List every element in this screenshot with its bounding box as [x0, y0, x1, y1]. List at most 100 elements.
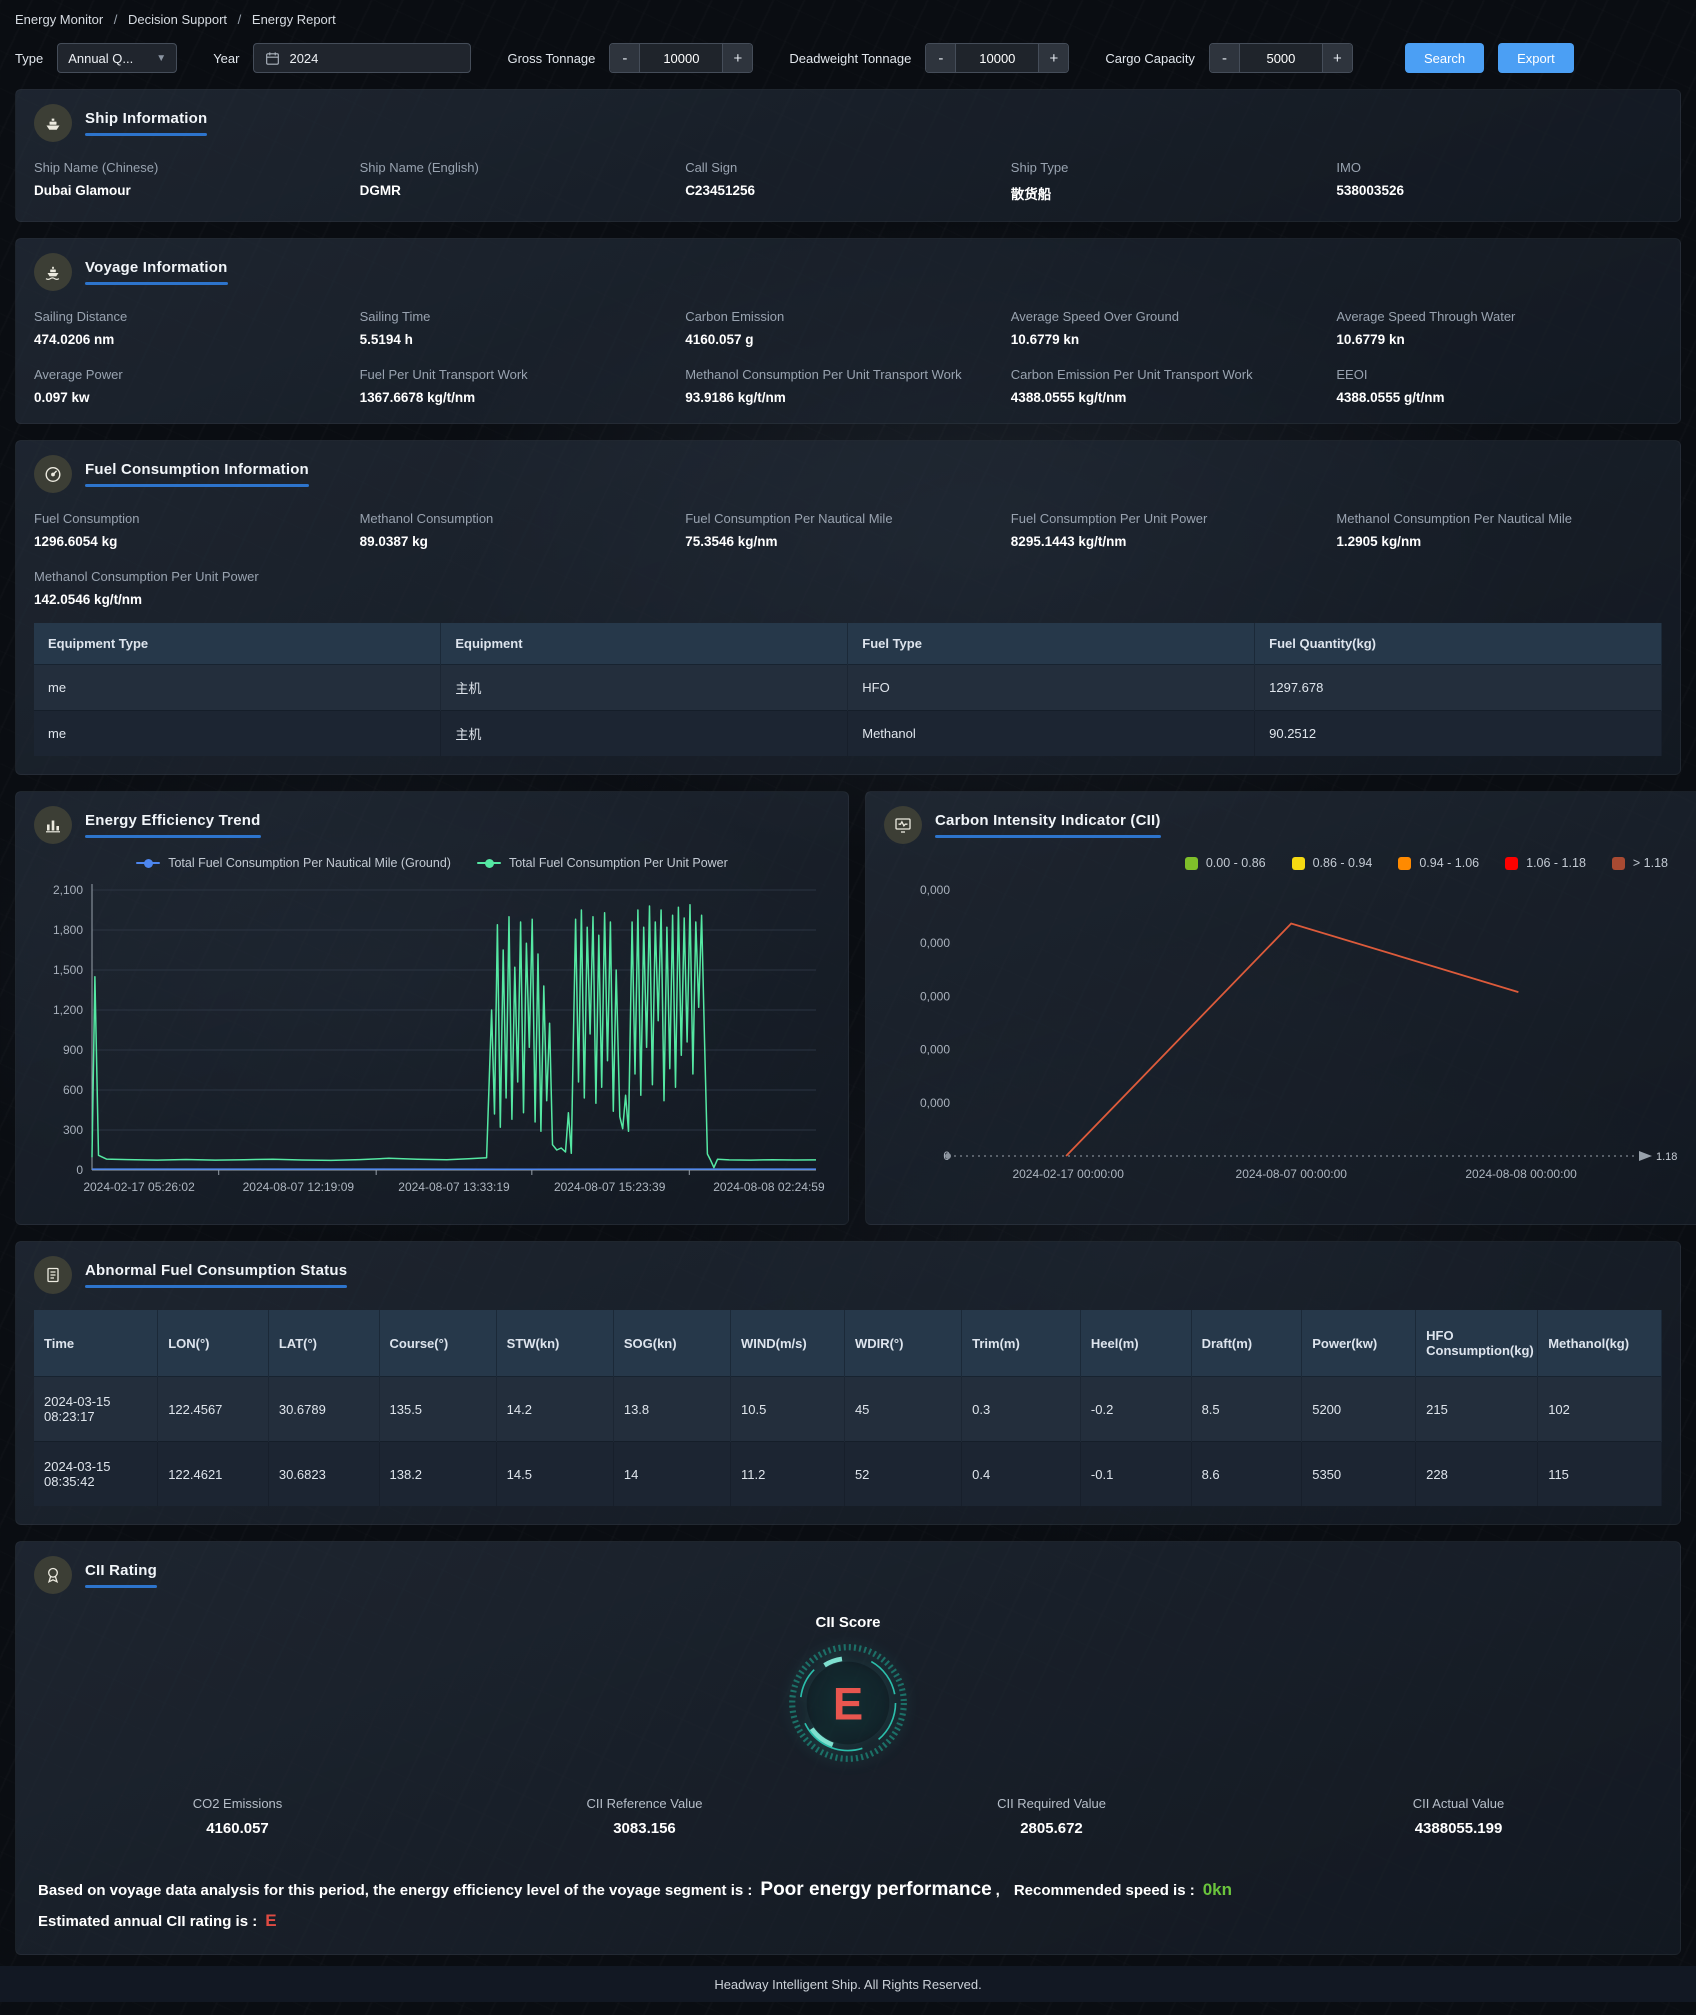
decrement-button[interactable]: - — [926, 44, 956, 72]
table-cell: 215 — [1416, 1377, 1538, 1442]
cii-summary: Based on voyage data analysis for this p… — [34, 1873, 1662, 1936]
panel-title: Carbon Intensity Indicator (CII) — [935, 812, 1161, 829]
title-underline — [935, 835, 1161, 838]
column-header: HFO Consumption(kg) — [1416, 1310, 1538, 1377]
info-field: Methanol Consumption Per Unit Power142.0… — [34, 569, 360, 607]
deadweight-tonnage-value[interactable]: 10000 — [956, 44, 1038, 72]
svg-text:0,000: 0,000 — [920, 936, 950, 950]
decrement-button[interactable]: - — [1210, 44, 1240, 72]
panel-title: Abnormal Fuel Consumption Status — [85, 1262, 347, 1279]
table-cell: 14 — [613, 1442, 730, 1507]
cii-stats-row: CO2 Emissions4160.057CII Reference Value… — [34, 1796, 1662, 1837]
table-row: 2024-03-15 08:23:17122.456730.6789135.51… — [34, 1377, 1662, 1442]
search-button[interactable]: Search — [1405, 43, 1484, 73]
series-line — [1066, 924, 1518, 1157]
table-cell: 52 — [844, 1442, 961, 1507]
field-value: 93.9186 kg/t/nm — [685, 390, 1011, 405]
info-field: Methanol Consumption89.0387 kg — [360, 511, 686, 549]
year-input[interactable]: 2024 — [253, 43, 471, 73]
deadweight-tonnage-stepper: - 10000 + — [925, 43, 1069, 73]
title-underline — [85, 1285, 347, 1288]
field-label: Ship Name (Chinese) — [34, 160, 360, 175]
column-header: Course(°) — [379, 1310, 496, 1377]
field-label: Fuel Consumption Per Nautical Mile — [685, 511, 1011, 526]
column-header: LAT(°) — [268, 1310, 379, 1377]
table-cell: 30.6789 — [268, 1377, 379, 1442]
carbon-intensity-indicator-panel: Carbon Intensity Indicator (CII) 0.00 - … — [865, 791, 1696, 1225]
svg-text:2024-08-08 00:00:00: 2024-08-08 00:00:00 — [1465, 1167, 1577, 1181]
table-cell: 90.2512 — [1255, 711, 1662, 757]
type-label: Type — [15, 51, 43, 66]
table-cell: me — [34, 665, 441, 711]
summary-prefix: Based on voyage data analysis for this p… — [38, 1882, 752, 1899]
column-header: LON(°) — [158, 1310, 269, 1377]
decrement-button[interactable]: - — [610, 44, 640, 72]
field-label: Average Power — [34, 367, 360, 382]
legend-item[interactable]: Total Fuel Consumption Per Nautical Mile… — [136, 856, 451, 870]
column-header: Equipment Type — [34, 623, 441, 665]
field-label: Ship Type — [1011, 160, 1337, 175]
legend-item[interactable]: > 1.18 — [1612, 856, 1668, 870]
type-select[interactable]: Annual Q... ▼ — [57, 43, 177, 73]
legend-item[interactable]: 0.00 - 0.86 — [1185, 856, 1266, 870]
breadcrumb: Energy Monitor / Decision Support / Ener… — [15, 8, 1681, 27]
breadcrumb-separator: / — [114, 12, 118, 27]
breadcrumb-item[interactable]: Energy Monitor — [15, 12, 103, 27]
legend-item[interactable]: Total Fuel Consumption Per Unit Power — [477, 856, 728, 870]
svg-text:900: 900 — [63, 1043, 83, 1057]
medal-icon — [34, 1556, 72, 1594]
cargo-capacity-value[interactable]: 5000 — [1240, 44, 1322, 72]
svg-text:0,000: 0,000 — [920, 883, 950, 897]
table-cell: 122.4621 — [158, 1442, 269, 1507]
field-label: Ship Name (English) — [360, 160, 686, 175]
field-value: 4388055.199 — [1255, 1820, 1662, 1837]
field-label: Fuel Per Unit Transport Work — [360, 367, 686, 382]
bar-chart-icon — [34, 806, 72, 844]
cii-score-letter: E — [833, 1679, 863, 1730]
legend-item[interactable]: 0.86 - 0.94 — [1292, 856, 1373, 870]
table-cell: 14.5 — [496, 1442, 613, 1507]
svg-text:2024-08-08 02:24:59: 2024-08-08 02:24:59 — [713, 1180, 825, 1194]
stat-item: CII Actual Value4388055.199 — [1255, 1796, 1662, 1837]
increment-button[interactable]: + — [1322, 44, 1352, 72]
table-cell: HFO — [848, 665, 1255, 711]
gross-tonnage-value[interactable]: 10000 — [640, 44, 722, 72]
svg-text:1,800: 1,800 — [53, 923, 83, 937]
info-field: Average Power0.097 kw — [34, 367, 360, 405]
legend-item[interactable]: 0.94 - 1.06 — [1398, 856, 1479, 870]
summary-line-2: Estimated annual CII rating is :E — [38, 1906, 1662, 1936]
info-field: Fuel Consumption Per Unit Power8295.1443… — [1011, 511, 1337, 549]
gross-tonnage-label: Gross Tonnage — [507, 51, 595, 66]
field-label: CII Reference Value — [441, 1796, 848, 1811]
column-header: Draft(m) — [1191, 1310, 1302, 1377]
info-field: Carbon Emission Per Unit Transport Work4… — [1011, 367, 1337, 405]
legend-item[interactable]: 1.06 - 1.18 — [1505, 856, 1586, 870]
chevron-down-icon: ▼ — [156, 53, 166, 64]
info-field: Ship Name (English)DGMR — [360, 160, 686, 203]
table-cell: 122.4567 — [158, 1377, 269, 1442]
info-field: Fuel Consumption Per Nautical Mile 75.354… — [685, 511, 1011, 549]
energy-report-page: Energy Monitor / Decision Support / Ener… — [0, 0, 1696, 2015]
filter-bar: Type Annual Q... ▼ Year 2024 Gross Tonna… — [15, 43, 1681, 73]
title-underline — [85, 1585, 157, 1588]
increment-button[interactable]: + — [722, 44, 752, 72]
breadcrumb-item[interactable]: Energy Report — [252, 12, 336, 27]
column-header: Time — [34, 1310, 158, 1377]
field-value: 75.3546 kg/nm — [685, 534, 1011, 549]
legend-label: Total Fuel Consumption Per Nautical Mile… — [168, 856, 451, 870]
breadcrumb-item[interactable]: Decision Support — [128, 12, 227, 27]
svg-text:600: 600 — [63, 1083, 83, 1097]
title-underline — [85, 484, 309, 487]
increment-button[interactable]: + — [1038, 44, 1068, 72]
field-value: 4160.057 g — [685, 332, 1011, 347]
info-field: Average Speed Through Water10.6779 kn — [1336, 309, 1662, 347]
gross-tonnage-stepper: - 10000 + — [609, 43, 753, 73]
title-underline — [85, 133, 207, 136]
field-label: Methanol Consumption Per Nautical Mile — [1336, 511, 1662, 526]
panel-title: Energy Efficiency Trend — [85, 812, 261, 829]
field-value: Dubai Glamour — [34, 183, 360, 198]
table-cell: 10.5 — [731, 1377, 845, 1442]
export-button[interactable]: Export — [1498, 43, 1574, 73]
legend-label: Total Fuel Consumption Per Unit Power — [509, 856, 728, 870]
column-header: WIND(m/s) — [731, 1310, 845, 1377]
